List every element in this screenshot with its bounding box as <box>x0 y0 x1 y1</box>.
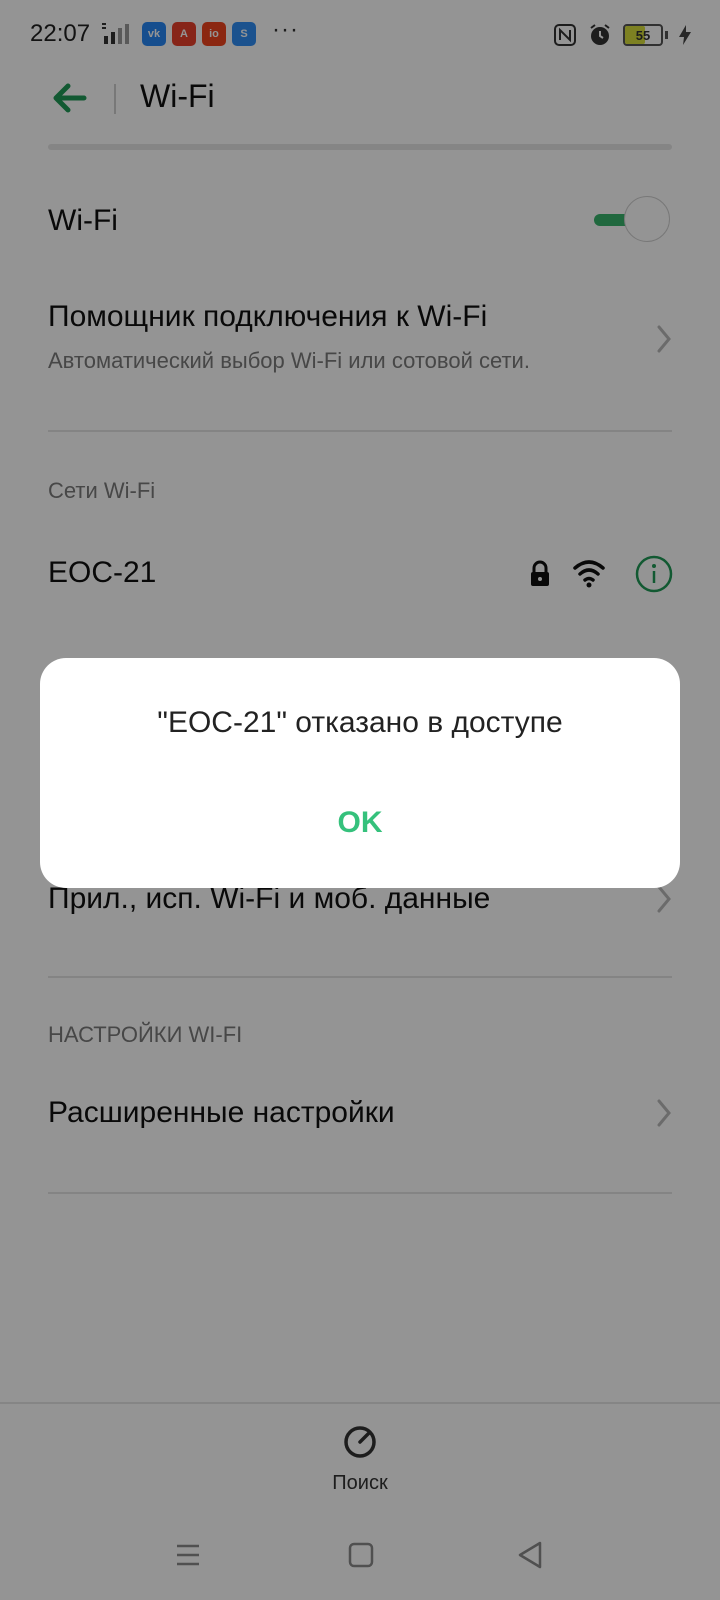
dialog-message: "EOC-21" отказано в доступе <box>157 706 563 739</box>
access-denied-dialog: "EOC-21" отказано в доступе OK <box>40 658 680 888</box>
ok-button[interactable]: OK <box>260 788 460 858</box>
